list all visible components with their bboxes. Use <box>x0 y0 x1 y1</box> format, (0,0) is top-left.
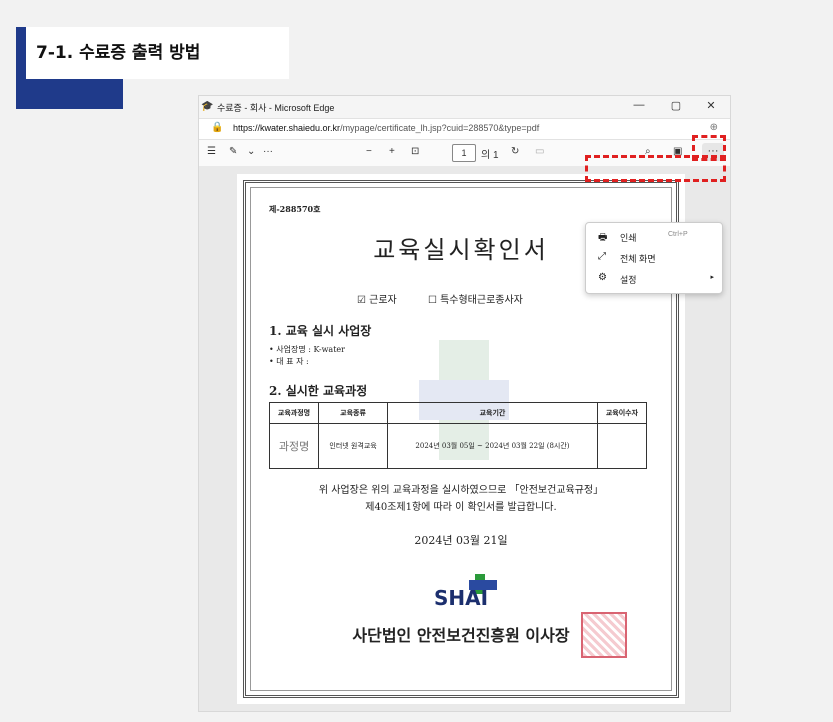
table-header: 교육이수자 <box>596 402 648 424</box>
menu-item-fullscreen[interactable]: ⤢ 전체 화면 <box>586 248 722 268</box>
shai-logo-text: SHAI <box>433 586 489 610</box>
page-number-input[interactable]: 1 <box>452 144 476 162</box>
company-line: • 사업장명 : K-water <box>269 345 345 354</box>
pdf-viewer: 제-288570호 교육실시확인서 ☑ 근로자 ☐ 특수형태근로종사자 1. 교… <box>199 166 730 711</box>
special-worker-checkbox: ☐ 특수형태근로종사자 <box>427 295 523 306</box>
section2-heading: 2. 실시한 교육과정 <box>269 384 368 398</box>
address-bar[interactable]: 🔒 https://kwater.shaiedu.or.kr/mypage/ce… <box>199 118 730 140</box>
table-header: 교육과정명 <box>268 402 320 424</box>
certificate-number: 제-288570호 <box>269 204 321 214</box>
title-bar: 🎓 수료증 - 회사 - Microsoft Edge — ▢ ✕ <box>199 96 730 118</box>
completer-cell <box>596 423 648 469</box>
page-view-icon[interactable]: ▭ <box>535 146 544 157</box>
graduation-cap-icon: 🎓 <box>201 101 214 112</box>
printer-icon: 🖶 <box>598 232 608 243</box>
zoom-in-icon[interactable]: + <box>389 146 395 157</box>
table-row: 과정명 인터넷 원격교육 2024년 03월 05일 ~ 2024년 03월 2… <box>268 423 648 469</box>
chevron-down-icon[interactable]: ⌄ <box>247 146 255 157</box>
more-options-menu: 🖶 인쇄 Ctrl+P ⤢ 전체 화면 ⚙ 설정 ▸ <box>585 222 723 294</box>
official-seal <box>581 612 627 658</box>
zoom-out-icon[interactable]: − <box>366 146 372 157</box>
zoom-icon[interactable]: ⊕ <box>710 122 718 133</box>
page-total: 의 1 <box>481 150 499 161</box>
minimize-button[interactable]: — <box>622 99 656 111</box>
table-header: 교육종류 <box>318 402 389 424</box>
course-type-cell: 인터넷 원격교육 <box>318 423 389 469</box>
section-title: 7-1. 수료증 출력 방법 <box>26 27 289 79</box>
statement: 위 사업장은 위의 교육과정을 실시하였으므로 「안전보건교육규정」 제40조제… <box>318 485 604 513</box>
menu-item-settings[interactable]: ⚙ 설정 ▸ <box>586 269 722 289</box>
contents-icon[interactable]: ☰ <box>207 146 216 157</box>
settings-icon: ⚙ <box>598 272 607 283</box>
representative-line: • 대 표 자 : <box>269 357 309 366</box>
course-period-cell: 2024년 03월 05일 ~ 2024년 03월 22일 (8시간) <box>387 423 598 469</box>
course-name-cell: 과정명 <box>268 423 320 469</box>
print-item-highlight <box>585 155 726 182</box>
section1-heading: 1. 교육 실시 사업장 <box>269 324 372 338</box>
more-tools-icon[interactable]: ··· <box>263 146 273 157</box>
window-title: 수료증 - 회사 - Microsoft Edge <box>217 103 335 113</box>
rotate-icon[interactable]: ↻ <box>511 146 519 157</box>
chevron-right-icon: ▸ <box>710 274 714 281</box>
fullscreen-icon: ⤢ <box>598 251 606 262</box>
close-button[interactable]: ✕ <box>694 99 728 112</box>
browser-window: 🎓 수료증 - 회사 - Microsoft Edge — ▢ ✕ 🔒 http… <box>198 95 731 712</box>
menu-item-print[interactable]: 🖶 인쇄 Ctrl+P <box>586 227 722 247</box>
table-header: 교육기간 <box>387 402 598 424</box>
worker-checkbox: ☑ 근로자 <box>357 295 397 306</box>
draw-icon[interactable]: ✎ <box>229 146 237 157</box>
url-text[interactable]: https://kwater.shaiedu.or.kr/mypage/cert… <box>233 123 539 133</box>
lock-icon: 🔒 <box>211 122 224 133</box>
maximize-button[interactable]: ▢ <box>659 99 693 112</box>
course-table: 교육과정명 교육종류 교육기간 교육이수자 과정명 인터넷 원격교육 2024년… <box>268 402 648 469</box>
fit-page-icon[interactable]: ⊡ <box>411 146 419 157</box>
issue-date: 2024년 03월 21일 <box>414 534 508 547</box>
